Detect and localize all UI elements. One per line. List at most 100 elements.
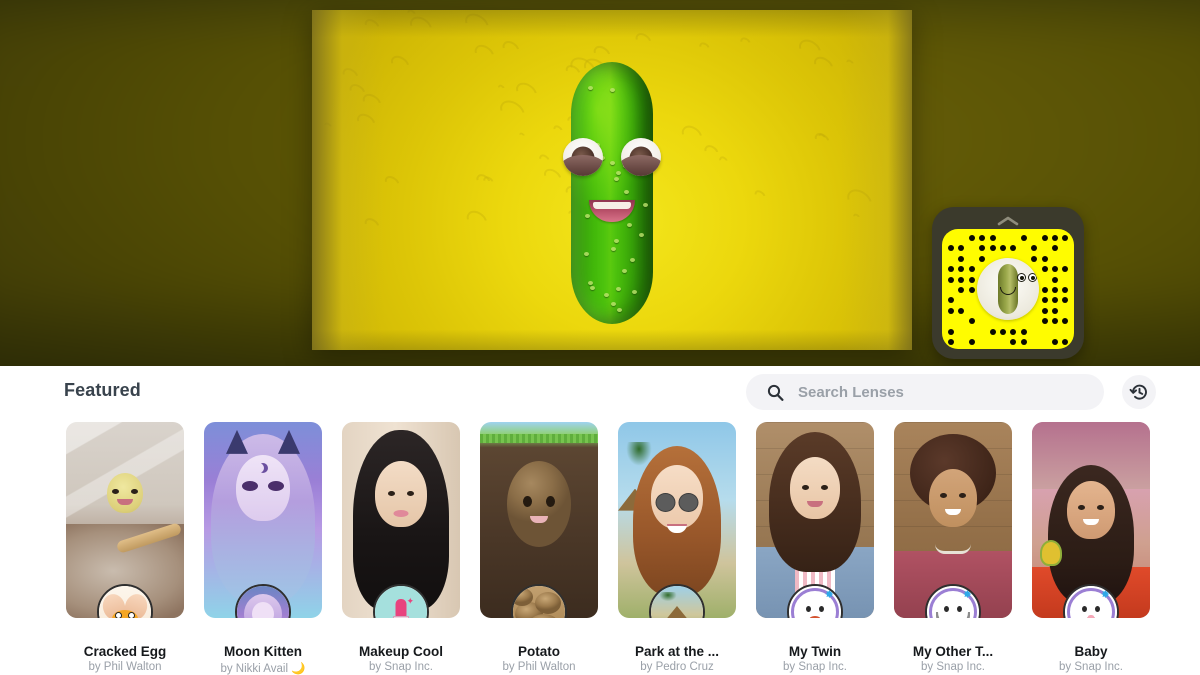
badge-art xyxy=(651,586,703,618)
lens-title: Potato xyxy=(518,644,560,659)
snapcode-image[interactable] xyxy=(942,229,1074,349)
lens-title: Moon Kitten xyxy=(224,644,302,659)
egg-face-art xyxy=(107,472,143,513)
potato-soil-thumb[interactable] xyxy=(480,422,598,618)
snapcode-dot xyxy=(1052,297,1058,304)
rattle-toy-art xyxy=(1040,539,1062,566)
snapcode-dot xyxy=(968,318,975,325)
snapcode-dot xyxy=(948,266,954,273)
lens-card[interactable]: ✸ My Other T... by Snap Inc. xyxy=(894,422,1012,673)
eye xyxy=(128,612,135,618)
eyes xyxy=(1067,504,1115,510)
lens-author: by Snap Inc. xyxy=(921,661,985,673)
moon-forehead-mark xyxy=(258,463,268,473)
eye xyxy=(115,612,122,618)
search-icon xyxy=(766,383,784,401)
badge-art xyxy=(99,586,151,618)
snapcode-dot xyxy=(948,276,954,283)
search-input[interactable] xyxy=(798,374,1090,410)
badge-eyes xyxy=(99,612,151,618)
snapcode-dot xyxy=(1041,266,1048,273)
search-bar[interactable] xyxy=(746,374,1104,410)
eyes xyxy=(375,491,427,497)
lens-meta: Moon Kitten by Nikki Avail 🌙 xyxy=(204,644,322,675)
snapcode-right-pupil xyxy=(1030,275,1035,280)
lens-meta: Park at the ... by Pedro Cruz xyxy=(618,644,736,673)
lens-card[interactable]: ✸ Baby by Snap Inc. xyxy=(1032,422,1150,673)
necklace-art xyxy=(935,544,971,554)
lens-card[interactable]: Park at the ... by Pedro Cruz xyxy=(618,422,736,673)
eyeshadow-art xyxy=(204,480,322,491)
face-art xyxy=(375,461,427,528)
egg-eyes xyxy=(107,488,143,494)
snapcode-dot xyxy=(1062,339,1069,345)
moon-kitten-badge[interactable] xyxy=(235,584,291,618)
lens-meta: Makeup Cool by Snap Inc. xyxy=(342,644,460,673)
lens-author: by Snap Inc. xyxy=(783,661,847,673)
lens-author: by Snap Inc. xyxy=(369,661,433,673)
video-vignette xyxy=(312,10,912,350)
snapcode-dot xyxy=(958,266,965,273)
face-art xyxy=(1067,480,1115,539)
badge-art: ✦ xyxy=(375,586,427,618)
snapcode-pickle-left-eye xyxy=(1017,273,1026,282)
snapcode-dot xyxy=(979,255,986,262)
sunglasses-art xyxy=(655,492,699,512)
snapcode-dot xyxy=(1041,287,1048,293)
sparkle-icon: ✸ xyxy=(1100,589,1110,601)
snapcode-dot xyxy=(1062,318,1069,325)
moon-kitten-thumb[interactable] xyxy=(204,422,322,618)
beach-park-thumb[interactable] xyxy=(618,422,736,618)
snapcode-dot xyxy=(1031,255,1038,262)
snapcode-pickle-right-eye xyxy=(1028,273,1037,282)
snapcode-dot xyxy=(1052,266,1058,273)
lens-card[interactable]: Cracked Egg by Phil Walton xyxy=(66,422,184,673)
mouth xyxy=(945,509,961,516)
snapcode-dot xyxy=(1000,328,1006,335)
lens-title: Cracked Egg xyxy=(83,644,167,659)
badge-lips xyxy=(809,616,821,618)
lens-author: by Pedro Cruz xyxy=(640,661,714,673)
my-other-twin-thumb[interactable]: ✸ xyxy=(894,422,1012,618)
badge-eyes xyxy=(938,606,968,612)
snapcode-dot xyxy=(1041,235,1048,241)
cracked-egg-badge[interactable] xyxy=(97,584,153,618)
snapcode-dot xyxy=(1010,339,1017,345)
snapcode-widget[interactable] xyxy=(932,207,1084,359)
featured-lens-list: Cracked Egg by Phil Walton Moon Kitten b… xyxy=(0,422,1200,675)
potatoes-badge[interactable] xyxy=(511,584,567,618)
lipstick-badge[interactable]: ✦ xyxy=(373,584,429,618)
lens-title: Park at the ... xyxy=(634,644,720,659)
lens-card[interactable]: ✸ My Twin by Snap Inc. xyxy=(756,422,874,673)
lipstick-tip xyxy=(395,599,407,617)
sparkle-icon: ✸ xyxy=(962,589,972,601)
lens-card[interactable]: ✦ Makeup Cool by Snap Inc. xyxy=(342,422,460,673)
eye xyxy=(959,493,966,499)
badge-art xyxy=(237,586,289,618)
page-title: Featured xyxy=(64,380,141,400)
chevron-up-icon[interactable] xyxy=(932,213,1084,229)
eye xyxy=(112,488,119,494)
snapcode-dot xyxy=(948,245,954,252)
history-clock-icon[interactable] xyxy=(1122,375,1156,409)
my-twin-thumb[interactable]: ✸ xyxy=(756,422,874,618)
lens-title: My Other T... xyxy=(912,644,994,659)
lens-title: Makeup Cool xyxy=(358,644,443,659)
snapcode-dot xyxy=(1041,297,1048,304)
lens-meta: Cracked Egg by Phil Walton xyxy=(66,644,184,673)
beach-hut-badge[interactable] xyxy=(649,584,705,618)
mouth xyxy=(1083,518,1099,525)
face-art xyxy=(790,457,840,520)
snapcode-dot xyxy=(948,328,954,335)
eyes xyxy=(929,493,977,499)
lens-card[interactable]: Moon Kitten by Nikki Avail 🌙 xyxy=(204,422,322,675)
live-video-preview[interactable] xyxy=(312,10,912,350)
snapcode-dot xyxy=(1020,328,1027,335)
makeup-cool-thumb[interactable]: ✦ xyxy=(342,422,460,618)
baby-thumb[interactable]: ✸ xyxy=(1032,422,1150,618)
lens-card[interactable]: Potato by Phil Walton xyxy=(480,422,598,673)
grass-art xyxy=(480,433,598,443)
snapcode-dot xyxy=(958,307,965,314)
kitchen-egg-thumb[interactable] xyxy=(66,422,184,618)
egg-mouth xyxy=(117,498,133,505)
